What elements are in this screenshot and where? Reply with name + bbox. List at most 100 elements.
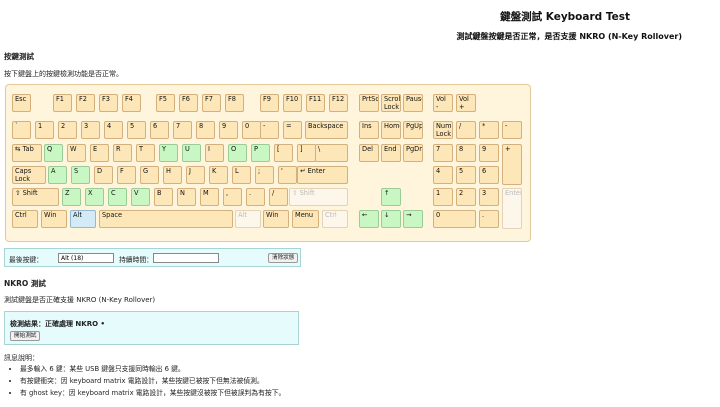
key-numlock[interactable]: Num Lock: [433, 121, 453, 139]
key-y[interactable]: Y: [159, 144, 178, 162]
key-semicolon[interactable]: ;: [255, 166, 274, 184]
key-l[interactable]: L: [232, 166, 251, 184]
key-pgup[interactable]: PgUp: [403, 121, 423, 139]
key-d5[interactable]: 5: [127, 121, 146, 139]
key-f10[interactable]: F10: [283, 94, 302, 112]
last-key-field[interactable]: [58, 253, 114, 263]
key-d3[interactable]: 3: [81, 121, 100, 139]
key-home[interactable]: Home: [381, 121, 401, 139]
key-d9[interactable]: 9: [219, 121, 238, 139]
key-x[interactable]: X: [85, 188, 104, 206]
key-slash[interactable]: /: [269, 188, 288, 206]
key-f11[interactable]: F11: [306, 94, 325, 112]
key-e[interactable]: E: [90, 144, 109, 162]
key-ralt[interactable]: Alt: [235, 210, 261, 228]
key-menu[interactable]: Menu: [292, 210, 319, 228]
key-np6[interactable]: 6: [479, 166, 499, 184]
key-caps[interactable]: Caps Lock: [12, 166, 46, 184]
key-comma[interactable]: ,: [223, 188, 242, 206]
key-f7[interactable]: F7: [202, 94, 221, 112]
key-v[interactable]: V: [131, 188, 150, 206]
key-del[interactable]: Del: [359, 144, 379, 162]
key-backtick[interactable]: `: [12, 121, 31, 139]
key-space[interactable]: Space: [99, 210, 233, 228]
key-equal[interactable]: =: [283, 121, 302, 139]
key-d7[interactable]: 7: [173, 121, 192, 139]
key-g[interactable]: G: [140, 166, 159, 184]
key-h[interactable]: H: [163, 166, 182, 184]
key-f[interactable]: F: [117, 166, 136, 184]
key-np2[interactable]: 2: [456, 188, 476, 206]
key-rwin[interactable]: Win: [263, 210, 289, 228]
key-u[interactable]: U: [182, 144, 201, 162]
key-p[interactable]: P: [251, 144, 270, 162]
key-vol-down[interactable]: Vol -: [433, 94, 453, 112]
key-n[interactable]: N: [177, 188, 196, 206]
key-tab[interactable]: ⇆ Tab: [12, 144, 42, 162]
key-f9[interactable]: F9: [260, 94, 279, 112]
key-d0[interactable]: 0: [242, 121, 261, 139]
duration-field[interactable]: [153, 253, 219, 263]
key-f2[interactable]: F2: [76, 94, 95, 112]
key-scroll[interactable]: Scroll Lock: [381, 94, 401, 112]
key-f3[interactable]: F3: [99, 94, 118, 112]
key-rctrl[interactable]: Ctrl: [322, 210, 348, 228]
key-esc[interactable]: Esc: [12, 94, 31, 112]
key-z[interactable]: Z: [62, 188, 81, 206]
key-prtsc[interactable]: PrtSc: [359, 94, 379, 112]
key-lwin[interactable]: Win: [41, 210, 67, 228]
key-np7[interactable]: 7: [433, 144, 453, 162]
key-d[interactable]: D: [94, 166, 113, 184]
key-k[interactable]: K: [209, 166, 228, 184]
key-d2[interactable]: 2: [58, 121, 77, 139]
key-quote[interactable]: ': [278, 166, 297, 184]
key-pause[interactable]: Pause: [403, 94, 423, 112]
key-s[interactable]: S: [71, 166, 90, 184]
key-left[interactable]: ←: [359, 210, 379, 228]
key-o[interactable]: O: [228, 144, 247, 162]
key-backslash[interactable]: \: [315, 144, 348, 162]
key-enter[interactable]: ↵ Enter: [297, 166, 348, 184]
key-np8[interactable]: 8: [456, 144, 476, 162]
key-f4[interactable]: F4: [122, 94, 141, 112]
key-q[interactable]: Q: [44, 144, 63, 162]
key-r[interactable]: R: [113, 144, 132, 162]
key-np3[interactable]: 3: [479, 188, 499, 206]
key-np4[interactable]: 4: [433, 166, 453, 184]
key-rshift[interactable]: ⇧ Shift: [289, 188, 348, 206]
key-d6[interactable]: 6: [150, 121, 169, 139]
key-right[interactable]: →: [403, 210, 423, 228]
key-np5[interactable]: 5: [456, 166, 476, 184]
key-down[interactable]: ↓: [381, 210, 401, 228]
key-f12[interactable]: F12: [329, 94, 348, 112]
key-c[interactable]: C: [108, 188, 127, 206]
key-vol-up[interactable]: Vol +: [456, 94, 476, 112]
clear-status-button[interactable]: 清除狀態: [268, 253, 299, 263]
key-np1[interactable]: 1: [433, 188, 453, 206]
key-d8[interactable]: 8: [196, 121, 215, 139]
key-lbracket[interactable]: [: [274, 144, 293, 162]
key-f6[interactable]: F6: [179, 94, 198, 112]
key-pgdn[interactable]: PgDn: [403, 144, 423, 162]
key-np-sub[interactable]: -: [502, 121, 522, 139]
key-lshift[interactable]: ⇧ Shift: [12, 188, 59, 206]
key-f1[interactable]: F1: [53, 94, 72, 112]
key-up[interactable]: ↑: [381, 188, 401, 206]
key-period[interactable]: .: [246, 188, 265, 206]
key-f8[interactable]: F8: [225, 94, 244, 112]
key-minus[interactable]: -: [260, 121, 279, 139]
key-np-enter[interactable]: Enter: [502, 188, 522, 229]
key-j[interactable]: J: [186, 166, 205, 184]
key-rbracket[interactable]: ]: [297, 144, 316, 162]
key-end[interactable]: End: [381, 144, 401, 162]
key-a[interactable]: A: [48, 166, 67, 184]
key-m[interactable]: M: [200, 188, 219, 206]
key-i[interactable]: I: [205, 144, 224, 162]
key-d4[interactable]: 4: [104, 121, 123, 139]
key-b[interactable]: B: [154, 188, 173, 206]
key-np0[interactable]: 0: [433, 210, 476, 228]
key-d1[interactable]: 1: [35, 121, 54, 139]
key-np-div[interactable]: /: [456, 121, 476, 139]
key-backspace[interactable]: Backspace: [305, 121, 348, 139]
key-np-add[interactable]: +: [502, 144, 522, 185]
